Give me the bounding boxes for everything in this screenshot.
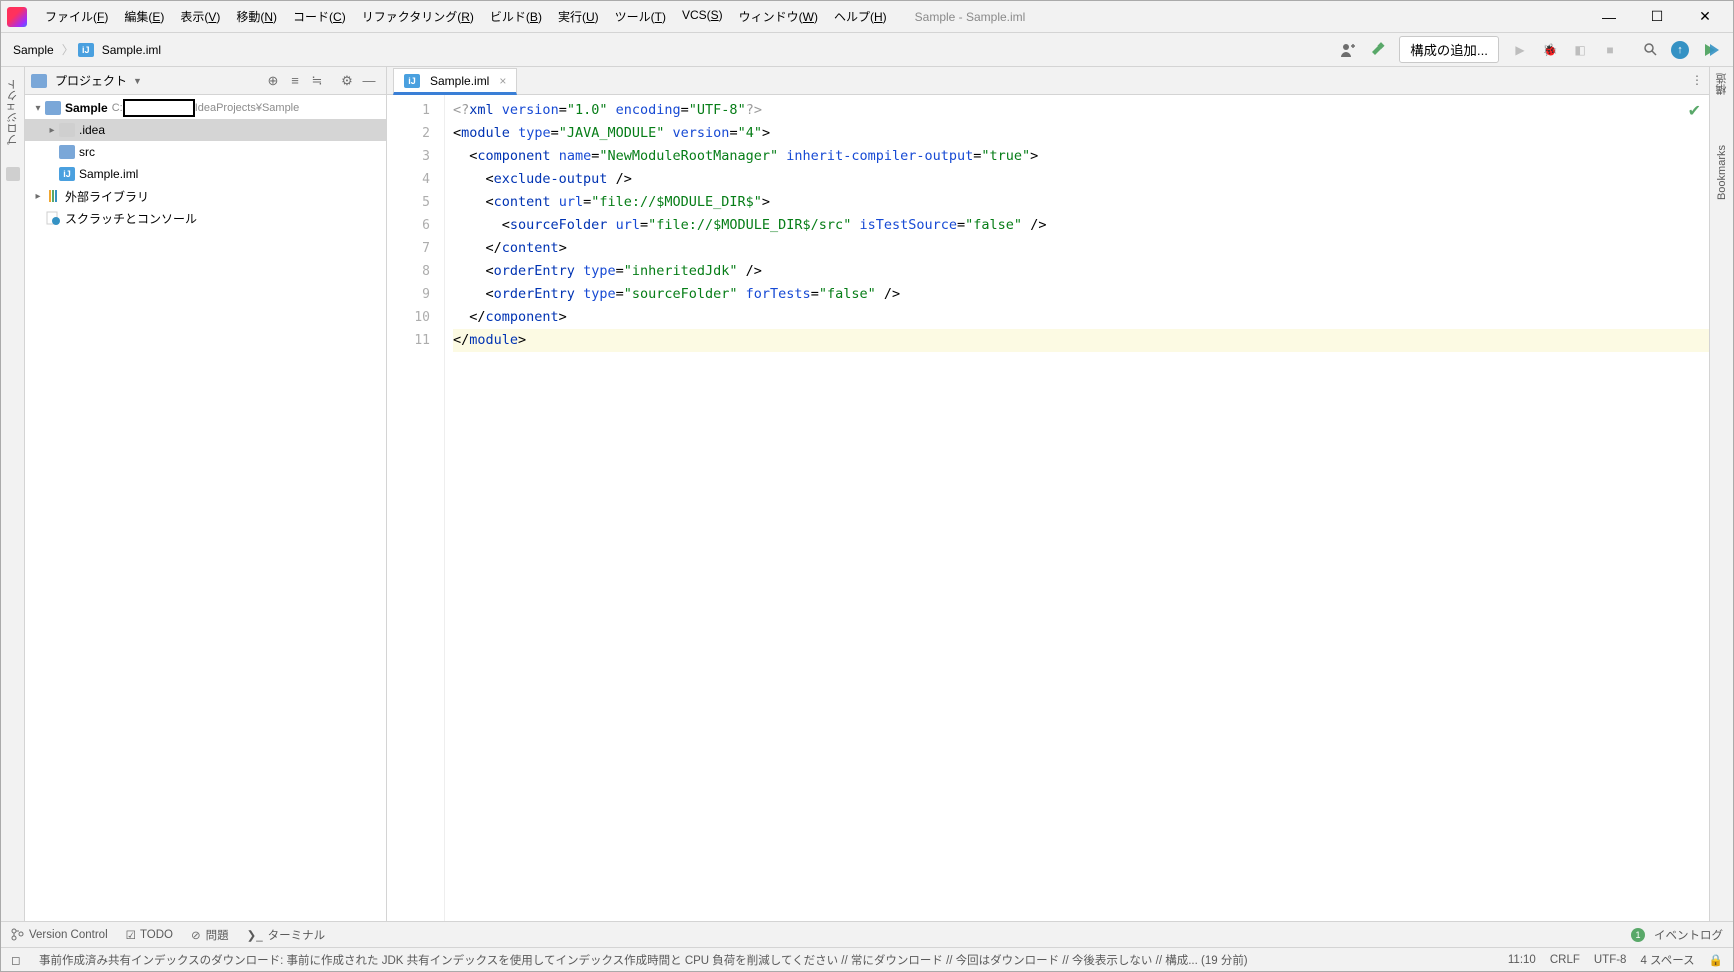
inspection-check-icon[interactable]: ✔ — [1688, 101, 1701, 121]
file-encoding[interactable]: UTF-8 — [1594, 954, 1627, 966]
version-control-tool-button[interactable]: Version Control — [11, 928, 108, 941]
event-log-tool-button[interactable]: 1イベントログ — [1631, 927, 1723, 943]
close-button[interactable]: ✕ — [1691, 3, 1719, 31]
menuitem-8[interactable]: ツール(T) — [607, 5, 674, 28]
editor-tabs: iJ Sample.iml × ⋮ — [387, 67, 1709, 95]
update-icon[interactable]: ↑ — [1667, 37, 1693, 63]
chevron-right-icon[interactable]: ▸ — [45, 125, 59, 136]
gear-icon[interactable]: ⚙ — [337, 71, 357, 91]
right-tool-stripe: 構造 Bookmarks — [1709, 67, 1733, 921]
editor-gutter[interactable]: 1234567891011 — [387, 95, 445, 921]
module-file-icon: iJ — [404, 74, 420, 88]
menuitem-2[interactable]: 表示(V) — [172, 5, 228, 28]
navigation-toolbar: Sample 〉 iJ Sample.iml 構成の追加... ▶ 🐞 ◧ ■ … — [1, 33, 1733, 67]
status-toolwin-icon[interactable]: ◻ — [11, 953, 25, 967]
menuitem-4[interactable]: コード(C) — [285, 5, 354, 28]
indent-setting[interactable]: 4 スペース — [1640, 952, 1694, 968]
select-opened-icon[interactable]: ⊕ — [263, 71, 283, 91]
tree-label: 外部ライブラリ — [65, 188, 153, 205]
tree-root[interactable]: ▾ Sample C: IdeaProjects¥Sample — [25, 97, 386, 119]
editor-area: iJ Sample.iml × ⋮ 1234567891011 <?xml ve… — [387, 67, 1709, 921]
line-separator[interactable]: CRLF — [1550, 954, 1580, 966]
menuitem-6[interactable]: ビルド(B) — [482, 5, 550, 28]
chevron-right-icon[interactable]: ▸ — [31, 191, 45, 202]
scratches-icon — [45, 211, 61, 225]
tree-node-iml[interactable]: iJ Sample.iml — [25, 163, 386, 185]
run-anything-icon[interactable] — [1697, 37, 1723, 63]
coverage-icon[interactable]: ◧ — [1567, 37, 1593, 63]
source-folder-icon — [59, 145, 75, 159]
project-tool-button[interactable]: プロジェクト — [5, 73, 21, 151]
todo-tool-button[interactable]: ☑TODO — [126, 928, 173, 942]
menuitem-0[interactable]: ファイル(F) — [37, 5, 116, 28]
editor-code[interactable]: <?xml version="1.0" encoding="UTF-8"?> <… — [445, 95, 1709, 921]
window-title: Sample - Sample.iml — [897, 10, 1593, 24]
project-tool-window: プロジェクト ▼ ⊕ ≡ ≒ ⚙ — ▾ Sample C: IdeaProje… — [25, 67, 387, 921]
tree-label: Sample.iml — [79, 167, 142, 181]
lock-icon[interactable]: 🔒 — [1709, 953, 1723, 967]
menuitem-3[interactable]: 移動(N) — [228, 5, 285, 28]
project-panel-header: プロジェクト ▼ ⊕ ≡ ≒ ⚙ — — [25, 67, 386, 95]
tabs-more-icon[interactable]: ⋮ — [1691, 73, 1703, 87]
tree-label: スクラッチとコンソール — [65, 210, 201, 227]
app-logo-icon — [7, 7, 27, 27]
left-tool-stripe: プロジェクト — [1, 67, 25, 921]
editor-tab-active[interactable]: iJ Sample.iml × — [393, 68, 517, 95]
terminal-tool-button[interactable]: ❯_ターミナル — [247, 927, 326, 943]
menuitem-11[interactable]: ヘルプ(H) — [826, 5, 895, 28]
collapse-all-icon[interactable]: ≒ — [307, 71, 327, 91]
menuitem-1[interactable]: 編集(E) — [116, 5, 172, 28]
run-icon[interactable]: ▶ — [1507, 37, 1533, 63]
debug-icon[interactable]: 🐞 — [1537, 37, 1563, 63]
status-message[interactable]: 事前作成済み共有インデックスのダウンロード: 事前に作成された JDK 共有イン… — [39, 952, 1494, 968]
tree-node-scratches[interactable]: スクラッチとコンソール — [25, 207, 386, 229]
chevron-down-icon[interactable]: ▾ — [31, 103, 45, 114]
folder-icon — [59, 123, 75, 137]
tree-node-src[interactable]: src — [25, 141, 386, 163]
breadcrumb-project[interactable]: Sample — [9, 41, 58, 59]
minimize-button[interactable]: — — [1595, 3, 1623, 31]
structure-tool-button[interactable]: 構造 — [1714, 67, 1730, 101]
tree-root-label: Sample — [65, 101, 112, 115]
tree-node-idea[interactable]: ▸ .idea — [25, 119, 386, 141]
tree-label: src — [79, 145, 99, 159]
project-dropdown-icon[interactable] — [31, 74, 47, 88]
menuitem-10[interactable]: ウィンドウ(W) — [731, 5, 826, 28]
chevron-right-icon: 〉 — [58, 41, 78, 58]
redacted-path — [123, 99, 195, 117]
add-user-icon[interactable] — [1335, 37, 1361, 63]
maximize-button[interactable]: ☐ — [1643, 3, 1671, 31]
run-config-button[interactable]: 構成の追加... — [1399, 36, 1499, 63]
menuitem-7[interactable]: 実行(U) — [550, 5, 607, 28]
close-tab-icon[interactable]: × — [499, 74, 506, 88]
hide-panel-icon[interactable]: — — [359, 71, 379, 91]
project-tree[interactable]: ▾ Sample C: IdeaProjects¥Sample ▸ .idea — [25, 95, 386, 921]
menuitem-5[interactable]: リファクタリング(R) — [354, 5, 482, 28]
bookmarks-tool-button[interactable]: Bookmarks — [1716, 139, 1728, 206]
tree-root-path-suffix: IdeaProjects¥Sample — [195, 102, 300, 114]
module-file-icon: iJ — [59, 167, 75, 181]
project-folder-icon — [45, 101, 61, 115]
search-icon[interactable] — [1637, 37, 1663, 63]
menuitem-9[interactable]: VCS(S) — [674, 5, 731, 28]
stop-icon[interactable]: ■ — [1597, 37, 1623, 63]
tree-root-path-prefix: C: — [112, 102, 123, 114]
libraries-icon — [45, 189, 61, 203]
project-panel-title[interactable]: プロジェクト — [51, 72, 127, 89]
build-hammer-icon[interactable] — [1365, 37, 1391, 63]
tab-label: Sample.iml — [430, 74, 489, 88]
tree-node-external-libs[interactable]: ▸ 外部ライブラリ — [25, 185, 386, 207]
module-file-icon: iJ — [78, 43, 94, 57]
tree-label: .idea — [79, 123, 109, 137]
breadcrumb-file[interactable]: Sample.iml — [98, 41, 165, 59]
menubar: ファイル(F)編集(E)表示(V)移動(N)コード(C)リファクタリング(R)ビ… — [1, 1, 1733, 33]
expand-all-icon[interactable]: ≡ — [285, 71, 305, 91]
caret-position[interactable]: 11:10 — [1508, 954, 1536, 966]
stripe-folder-icon — [6, 167, 20, 181]
bottom-tool-stripe: Version Control ☑TODO ⊘問題 ❯_ターミナル 1イベントロ… — [1, 921, 1733, 947]
chevron-down-icon[interactable]: ▼ — [127, 76, 142, 86]
problems-tool-button[interactable]: ⊘問題 — [191, 927, 229, 943]
status-bar: ◻ 事前作成済み共有インデックスのダウンロード: 事前に作成された JDK 共有… — [1, 947, 1733, 971]
